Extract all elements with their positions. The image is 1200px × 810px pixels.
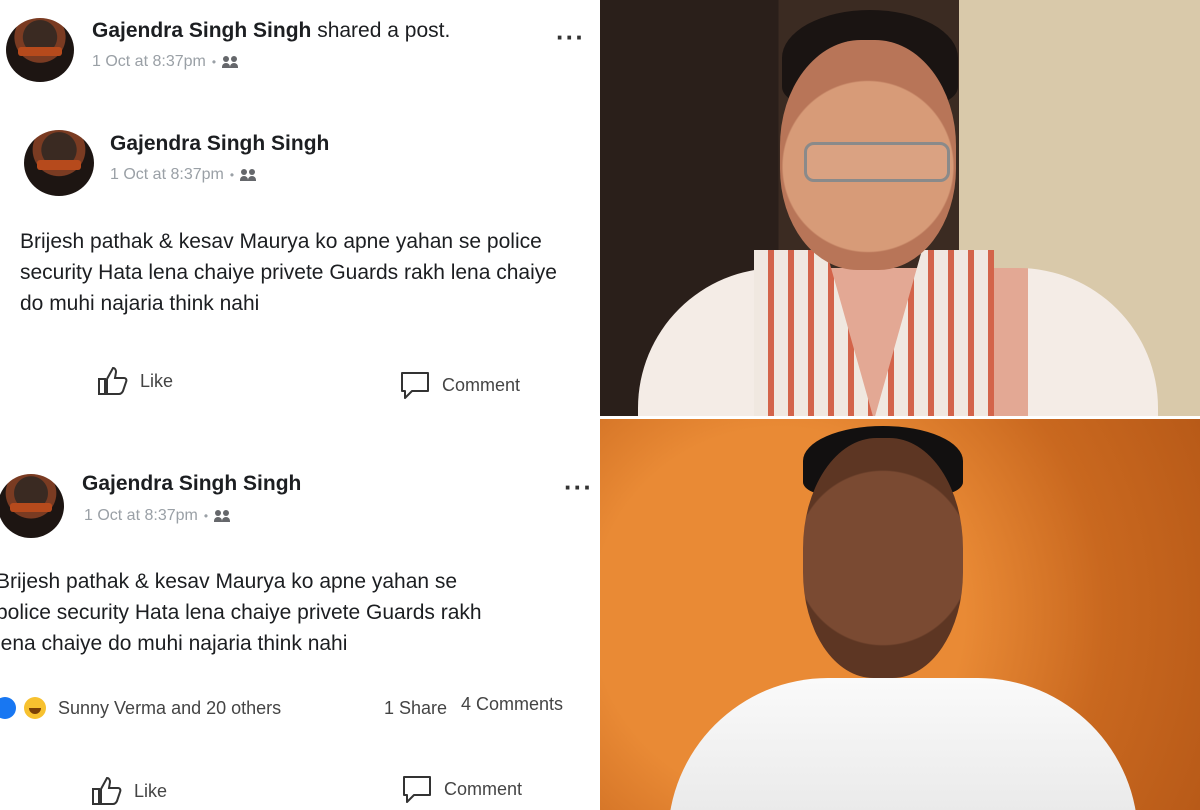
friends-icon	[222, 55, 242, 69]
reactions-text: Sunny Verma and 20 others	[58, 697, 282, 718]
like-button[interactable]: Like	[90, 774, 167, 808]
author-name[interactable]: Gajendra Singh Singh	[92, 19, 311, 42]
divider	[598, 416, 1200, 419]
friends-icon	[214, 509, 234, 523]
like-label: Like	[134, 780, 168, 801]
photo-collage	[598, 0, 1200, 810]
like-label: Like	[140, 370, 174, 391]
friends-icon	[240, 168, 260, 182]
post-author[interactable]: Gajendra Singh Singh	[82, 472, 301, 496]
thumbs-up-icon	[92, 776, 122, 805]
comment-button[interactable]: Comment	[400, 772, 522, 806]
comment-button[interactable]: Comment	[398, 368, 520, 402]
post-time[interactable]: 1 Oct at 8:37pm	[92, 53, 206, 71]
post-time[interactable]: 1 Oct at 8:37pm	[84, 507, 198, 525]
comment-label: Comment	[444, 778, 523, 799]
share-action-text: shared a post.	[317, 19, 451, 42]
comments-count[interactable]: 4 Comments	[461, 694, 563, 715]
more-options-icon[interactable]: ···	[556, 22, 585, 53]
post-text-line: police security Hata lena chaiye privete…	[0, 601, 482, 624]
post-text: Brijesh pathak & kesav Maurya ko apne ya…	[0, 566, 596, 659]
portrait-photo-bottom	[598, 418, 1200, 810]
comment-icon	[403, 776, 431, 803]
inner-post-text: Brijesh pathak & kesav Maurya ko apne ya…	[20, 230, 557, 315]
shares-count[interactable]: 1 Share	[384, 698, 447, 719]
avatar[interactable]	[6, 18, 74, 82]
glasses	[804, 142, 950, 182]
comment-label: Comment	[442, 374, 521, 395]
thumbs-up-icon	[98, 366, 128, 395]
avatar[interactable]	[24, 130, 94, 196]
comment-icon	[401, 372, 429, 399]
post-time[interactable]: 1 Oct at 8:37pm	[110, 166, 224, 184]
like-reaction-icon	[0, 697, 16, 719]
inner-post-author[interactable]: Gajendra Singh Singh	[110, 132, 329, 156]
more-options-icon[interactable]: ···	[564, 472, 593, 503]
divider	[598, 0, 600, 810]
post-author[interactable]: Gajendra Singh Singh shared a post.	[92, 19, 450, 43]
post-meta: 1 Oct at 8:37pm •	[84, 507, 234, 525]
inner-post-meta: 1 Oct at 8:37pm •	[110, 166, 260, 184]
post-meta: 1 Oct at 8:37pm •	[92, 53, 242, 71]
post-text-line: lena chaiye do muhi najaria think nahi	[0, 632, 348, 655]
post-text-line: Brijesh pathak & kesav Maurya ko apne ya…	[0, 570, 458, 593]
avatar[interactable]	[0, 474, 64, 538]
haha-reaction-icon	[24, 697, 46, 719]
portrait-photo-top	[598, 0, 1200, 438]
reactions-summary[interactable]: Sunny Verma and 20 others	[0, 697, 281, 719]
facebook-screenshots: Gajendra Singh Singh shared a post. 1 Oc…	[0, 0, 598, 810]
like-button[interactable]: Like	[96, 364, 173, 398]
